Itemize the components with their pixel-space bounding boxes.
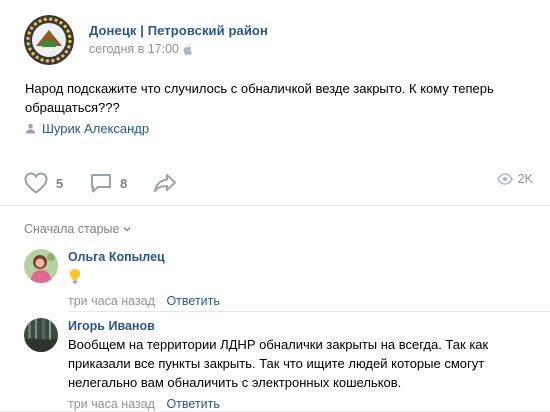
heart-icon bbox=[24, 172, 48, 194]
post-card: Донецк | Петровский район сегодня в 17:0… bbox=[0, 0, 550, 411]
comment-meta: три часа назад Ответить bbox=[68, 293, 534, 309]
apple-icon bbox=[183, 44, 192, 55]
share-button[interactable] bbox=[153, 172, 185, 194]
comment-count: 8 bbox=[120, 175, 128, 191]
avatar[interactable] bbox=[24, 249, 58, 283]
views-count: 2K bbox=[517, 172, 533, 186]
share-icon bbox=[154, 174, 176, 192]
like-count: 5 bbox=[56, 175, 64, 191]
post-time-text[interactable]: сегодня в 17:00 bbox=[89, 41, 179, 58]
comment-icon bbox=[91, 174, 111, 193]
avatar[interactable] bbox=[24, 318, 58, 352]
post-actions: 5 8 2K bbox=[0, 160, 550, 206]
reply-button[interactable]: Ответить bbox=[166, 294, 219, 308]
comment-time[interactable]: три часа назад bbox=[68, 294, 155, 308]
comment-text bbox=[68, 266, 534, 289]
post-time[interactable]: сегодня в 17:00 bbox=[89, 41, 268, 58]
divider bbox=[68, 311, 550, 312]
group-avatar[interactable] bbox=[24, 15, 74, 65]
post-header: Донецк | Петровский район сегодня в 17:0… bbox=[24, 15, 268, 65]
like-button[interactable]: 5 bbox=[24, 172, 63, 194]
sort-label[interactable]: Сначала старые bbox=[24, 222, 119, 236]
comment-time[interactable]: три часа назад bbox=[68, 397, 155, 411]
comment-author[interactable]: Игорь Иванов bbox=[68, 318, 534, 335]
lightbulb-icon bbox=[68, 268, 82, 289]
comment-text: Вообщем на территории ЛДНР обналички зак… bbox=[68, 337, 489, 390]
comment-button[interactable]: 8 bbox=[90, 172, 127, 194]
person-icon bbox=[25, 123, 36, 134]
eye-icon bbox=[496, 173, 513, 185]
comments-sort-dropdown[interactable]: Сначала старые bbox=[24, 222, 131, 236]
comment-meta: три часа назад Ответить bbox=[68, 396, 534, 412]
comment-author[interactable]: Ольга Копылец bbox=[68, 249, 534, 266]
post-text: Народ подскажите что случилось с обналич… bbox=[25, 81, 494, 115]
chevron-down-icon bbox=[124, 227, 131, 232]
post-signer-name[interactable]: Шурик Александр bbox=[42, 121, 149, 136]
reply-button[interactable]: Ответить bbox=[166, 397, 219, 411]
group-name[interactable]: Донецк | Петровский район bbox=[89, 22, 268, 39]
views-counter: 2K bbox=[496, 172, 533, 186]
post-signer[interactable]: Шурик Александр bbox=[25, 121, 149, 136]
